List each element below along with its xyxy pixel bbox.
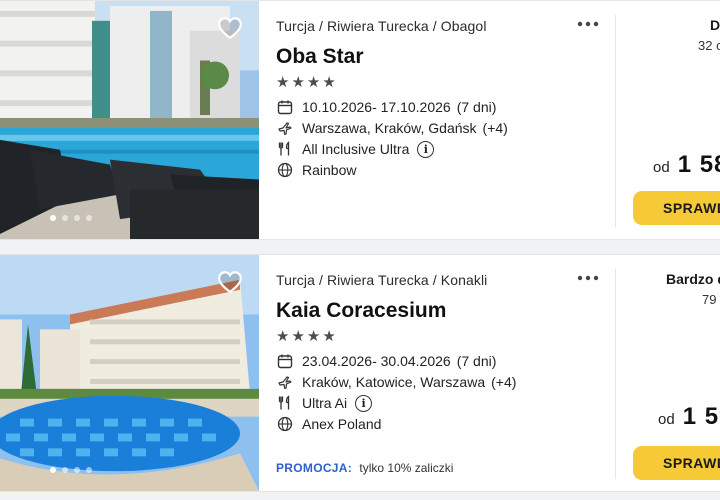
calendar-icon <box>276 352 294 370</box>
check-offer-button[interactable]: SPRAWD <box>633 191 720 225</box>
globe-icon <box>276 415 294 433</box>
rating-label: D <box>710 17 720 33</box>
globe-icon <box>276 161 294 179</box>
price-amount: 1 59 <box>682 403 720 430</box>
hotel-info: Turcja / Riwiera Turecka / Konakli Kaia … <box>276 255 616 491</box>
photo-pagination[interactable] <box>50 215 92 221</box>
hotel-card[interactable]: Turcja / Riwiera Turecka / Konakli Kaia … <box>0 254 720 492</box>
favorite-button[interactable] <box>217 269 243 295</box>
favorite-button[interactable] <box>217 15 243 41</box>
duration-text: (7 dni) <box>456 99 497 115</box>
dates-row: 10.10.2026- 17.10.2026 (7 dni) <box>276 97 496 117</box>
cutlery-icon <box>276 140 294 158</box>
hotel-info: Turcja / Riwiera Turecka / Obagol Oba St… <box>276 1 616 239</box>
plane-icon <box>276 373 294 391</box>
photo-dot[interactable] <box>50 467 56 473</box>
operator-text: Rainbow <box>302 162 357 178</box>
dates-text: 10.10.2026- 17.10.2026 <box>302 99 451 115</box>
board-text: All Inclusive Ultra <box>302 141 410 157</box>
results-list: Turcja / Riwiera Turecka / Obagol Oba St… <box>0 0 720 500</box>
dates-row: 23.04.2026- 30.04.2026 (7 dni) <box>276 351 496 371</box>
more-options-button[interactable] <box>574 267 602 289</box>
more-horizontal-icon <box>577 21 599 27</box>
plane-icon <box>276 119 294 137</box>
reviews-count[interactable]: 79 <box>702 292 716 307</box>
heart-outline-icon <box>218 17 242 40</box>
price: od 1 58 <box>653 151 720 179</box>
hotel-photo[interactable] <box>0 255 259 491</box>
more-options-button[interactable] <box>574 13 602 35</box>
price-prefix: od <box>653 159 670 176</box>
star-rating: ★★★★ <box>276 74 338 91</box>
photo-dot[interactable] <box>74 467 80 473</box>
more-horizontal-icon <box>577 275 599 281</box>
price-amount: 1 58 <box>677 151 720 178</box>
photo-dot[interactable] <box>86 467 92 473</box>
departures-text: Warszawa, Kraków, Gdańsk <box>302 120 477 136</box>
photo-dot[interactable] <box>62 215 68 221</box>
operator-row: Rainbow <box>276 160 356 180</box>
board-text: Ultra Ai <box>302 395 348 411</box>
photo-pagination[interactable] <box>50 467 92 473</box>
promo-line: PROMOCJA: tylko 10% zaliczki <box>276 461 453 475</box>
departures-row: Warszawa, Kraków, Gdańsk (+4) <box>276 118 508 138</box>
departures-text: Kraków, Katowice, Warszawa <box>302 374 486 390</box>
cutlery-icon <box>276 394 294 412</box>
breadcrumb[interactable]: Turcja / Riwiera Turecka / Konakli <box>276 272 487 288</box>
duration-text: (7 dni) <box>456 353 497 369</box>
departures-more[interactable]: (+4) <box>491 374 516 390</box>
price-column: Bardzo d 79 od 1 59 SPRAWD <box>616 255 720 491</box>
promo-label: PROMOCJA: <box>276 461 353 475</box>
info-circle-icon[interactable]: i <box>417 140 435 158</box>
operator-text: Anex Poland <box>302 416 382 432</box>
hotel-card[interactable]: Turcja / Riwiera Turecka / Obagol Oba St… <box>0 0 720 240</box>
hotel-name[interactable]: Kaia Coracesium <box>276 299 446 323</box>
photo-dot[interactable] <box>86 215 92 221</box>
reviews-count[interactable]: 32 o <box>698 38 720 53</box>
price: od 1 59 <box>658 403 720 431</box>
hotel-photo[interactable] <box>0 1 259 239</box>
star-rating: ★★★★ <box>276 328 338 345</box>
photo-dot[interactable] <box>50 215 56 221</box>
board-row: All Inclusive Ultra i <box>276 139 435 159</box>
info-circle-icon[interactable]: i <box>355 394 373 412</box>
dates-text: 23.04.2026- 30.04.2026 <box>302 353 451 369</box>
operator-row: Anex Poland <box>276 414 381 434</box>
calendar-icon <box>276 98 294 116</box>
photo-dot[interactable] <box>62 467 68 473</box>
heart-outline-icon <box>218 271 242 294</box>
breadcrumb[interactable]: Turcja / Riwiera Turecka / Obagol <box>276 18 487 34</box>
price-column: D 32 o od 1 58 SPRAWD <box>616 1 720 239</box>
departures-row: Kraków, Katowice, Warszawa (+4) <box>276 372 516 392</box>
check-offer-button[interactable]: SPRAWD <box>633 446 720 480</box>
hotel-name[interactable]: Oba Star <box>276 45 364 69</box>
promo-text: tylko 10% zaliczki <box>359 461 454 475</box>
photo-dot[interactable] <box>74 215 80 221</box>
price-prefix: od <box>658 411 675 428</box>
board-row: Ultra Ai i <box>276 393 373 413</box>
rating-label: Bardzo d <box>666 271 720 287</box>
departures-more[interactable]: (+4) <box>483 120 508 136</box>
